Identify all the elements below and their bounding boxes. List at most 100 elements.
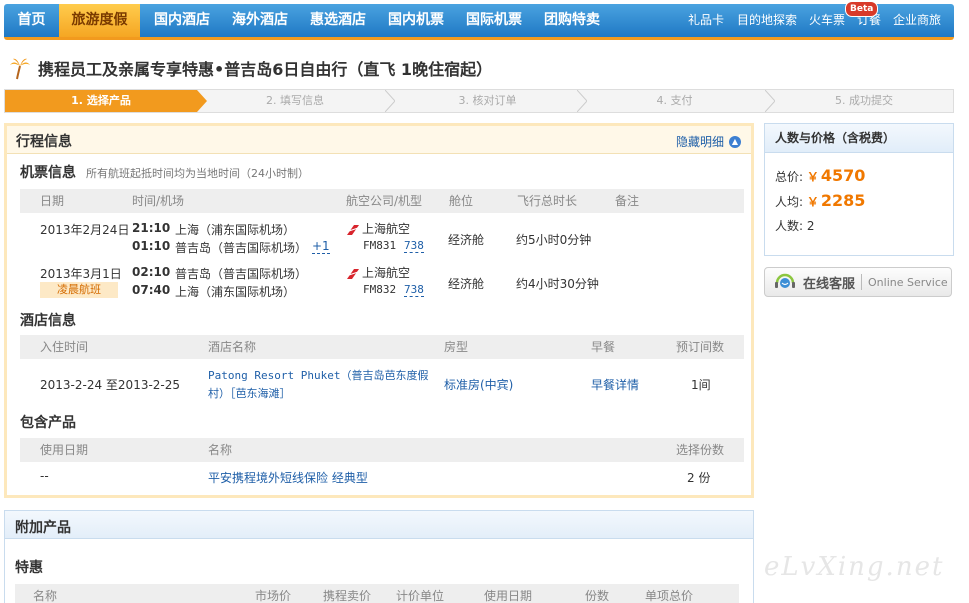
step-arrow-icon (385, 90, 395, 112)
insurance-product-link[interactable]: 平安携程境外短线保险 经典型 (208, 469, 368, 486)
day-offset[interactable]: +1 (312, 239, 330, 254)
room-type[interactable]: 标准房(中宾) (444, 376, 513, 393)
nav-gift-card[interactable]: 礼品卡 (688, 4, 724, 37)
dep-airport: 上海（浦东国际机场） (175, 223, 296, 237)
hotel-dates: 2013-2-24 至2013-2-25 (40, 378, 181, 392)
arr-time: 07:40 (132, 283, 171, 297)
flight-title-text: 机票信息 (20, 165, 76, 181)
airline-name: 上海航空 (362, 222, 411, 236)
th-time-airport: 时间/机场 (132, 194, 185, 208)
airline: 上海航空 (346, 220, 410, 237)
flight-date: 2013年3月1日 (40, 267, 122, 281)
step-pay: 4. 支付 (656, 94, 693, 107)
total-price-line: 总价: ￥ 4570 (775, 166, 865, 185)
step-arrow-icon (765, 90, 775, 112)
currency-symbol: ￥ (806, 195, 819, 209)
per-person-line: 人均: ￥ 2285 (775, 191, 865, 210)
th-total: 单项总价 (645, 589, 694, 603)
total-label: 总价: (775, 170, 804, 184)
hide-details-label: 隐藏明细 (675, 135, 724, 149)
service-label-en: Online Service (868, 275, 948, 289)
step-arrow-icon (577, 90, 587, 112)
shanghai-airlines-logo-icon (347, 224, 359, 235)
aircraft-type[interactable]: 738 (404, 283, 424, 297)
th-ctrip-price: 携程卖价 (323, 589, 372, 603)
itinerary-title: 行程信息 (16, 134, 72, 150)
duration: 约5小时0分钟 (516, 233, 592, 247)
dep-time: 21:10 (132, 221, 171, 235)
hotel-name-line1[interactable]: Patong Resort Phuket（普吉岛芭东度假 (208, 367, 428, 383)
nav-value-hotel[interactable]: 惠选酒店 (300, 4, 376, 37)
breakfast-details-link[interactable]: 早餐详情 (591, 376, 639, 393)
hide-details-link[interactable]: 隐藏明细 ▲ (676, 133, 741, 150)
people-line: 人数: 2 (775, 217, 815, 234)
people-count: 2 (806, 219, 815, 233)
aircraft-type[interactable]: 738 (404, 239, 424, 253)
product-quantity: 2 份 (687, 471, 711, 485)
nav-destination[interactable]: 目的地探索 (737, 4, 797, 37)
flight-date: 2013年2月24日 (40, 223, 130, 237)
th-room-count: 预订间数 (676, 340, 725, 354)
step-arrow-icon (197, 90, 207, 112)
th-addon-date: 使用日期 (484, 589, 533, 603)
beta-badge: Beta (845, 1, 879, 17)
th-cabin: 舱位 (449, 194, 474, 208)
nav-home[interactable]: 首页 (4, 4, 59, 37)
progress-steps: 1. 选择产品 2. 填写信息 3. 核对订单 4. 支付 5. 成功提交 (4, 89, 954, 113)
th-duration: 飞行总时长 (517, 194, 578, 208)
hotel-section-title: 酒店信息 (20, 313, 76, 329)
flight-number: FM832 (363, 283, 397, 296)
arr-time: 01:10 (132, 239, 171, 253)
nav-group-buy[interactable]: 团购特卖 (534, 4, 610, 37)
th-hotel-name: 酒店名称 (208, 340, 257, 354)
cabin: 经济舱 (448, 233, 485, 247)
flight-table-header: 日期 时间/机场 航空公司/机型 舱位 飞行总时长 备注 (20, 189, 744, 213)
nav-intl-flight[interactable]: 国际机票 (456, 4, 532, 37)
th-use-date: 使用日期 (40, 443, 89, 457)
th-room-type: 房型 (444, 340, 469, 354)
th-quantity: 选择份数 (676, 443, 725, 457)
nav-overseas-hotel[interactable]: 海外酒店 (222, 4, 298, 37)
th-remark: 备注 (615, 194, 640, 208)
th-unit: 计价单位 (396, 589, 445, 603)
headset-chat-icon (775, 273, 795, 288)
step-submit: 5. 成功提交 (835, 94, 893, 107)
flight-section-title: 机票信息 所有航班起抵时间均为当地时间（24小时制） (20, 162, 309, 182)
airline-name: 上海航空 (362, 266, 411, 280)
top-nav: 首页 旅游度假 国内酒店 海外酒店 惠选酒店 国内机票 国际机票 团购特卖 礼品… (4, 1, 954, 40)
nav-vacation[interactable]: 旅游度假 (59, 4, 140, 37)
nav-corporate[interactable]: 企业商旅 (893, 4, 941, 37)
special-offer-title: 特惠 (15, 560, 43, 576)
addon-header: 附加产品 (5, 511, 753, 539)
th-addon-qty: 份数 (585, 589, 610, 603)
product-table-header: 使用日期 名称 选择份数 (20, 438, 744, 462)
nav-domestic-flight[interactable]: 国内机票 (378, 4, 454, 37)
per-person-label: 人均: (775, 195, 804, 209)
total-amount: 4570 (820, 166, 866, 185)
step-fill-info: 2. 填写信息 (266, 94, 324, 107)
nav-domestic-hotel[interactable]: 国内酒店 (144, 4, 220, 37)
th-breakfast: 早餐 (591, 340, 616, 354)
title-row: 携程员工及亲属专享特惠•普吉岛6日自由行（直飞 1晚住宿起） (8, 54, 492, 82)
arr-airport: 上海（浦东国际机场） (175, 285, 296, 299)
step-check-order: 3. 核对订单 (458, 94, 517, 107)
flight-note: 所有航班起抵时间均为当地时间（24小时制） (86, 167, 309, 180)
page-title: 携程员工及亲属专享特惠•普吉岛6日自由行（直飞 1晚住宿起） (38, 60, 493, 79)
th-checkin: 入住时间 (40, 340, 89, 354)
arr-airport: 普吉岛（普吉国际机场） (175, 241, 308, 255)
addon-panel: 附加产品 特惠 名称 市场价 携程卖价 计价单位 使用日期 份数 单项总价 (4, 510, 754, 603)
early-morning-tag: 凌晨航班 (40, 282, 118, 298)
cabin: 经济舱 (448, 277, 485, 291)
itinerary-header: 行程信息 隐藏明细 ▲ (7, 126, 751, 154)
collapse-up-icon: ▲ (729, 135, 741, 148)
nav-train[interactable]: 火车票 (809, 4, 845, 37)
airline: 上海航空 (346, 264, 410, 281)
product-section-title: 包含产品 (20, 415, 76, 431)
online-service-button[interactable]: 在线客服 Online Service (764, 267, 952, 297)
th-date: 日期 (40, 194, 65, 208)
people-label: 人数: (775, 219, 804, 233)
hotel-name-line2[interactable]: 村）［芭东海滩］ (208, 385, 291, 401)
per-person-price: ￥ 2285 (807, 191, 866, 210)
price-box: 人数与价格（含税费） 总价: ￥ 4570 人均: ￥ 2285 人数: 2 (764, 123, 954, 256)
watermark: eLvXing.net (764, 552, 945, 582)
